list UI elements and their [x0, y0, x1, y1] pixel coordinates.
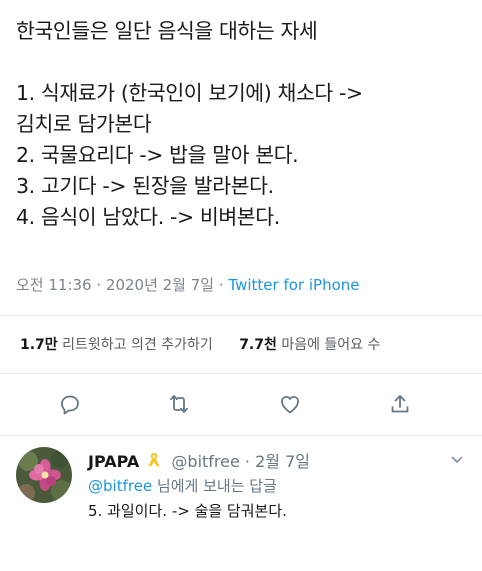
retweets-label: 리트윗하고 의견 추가하기 — [62, 337, 213, 353]
likes-label: 마음에 들어요 수 — [281, 337, 381, 353]
reply-separator: · — [239, 452, 256, 471]
reply-button[interactable] — [56, 390, 84, 418]
tweet-timestamp[interactable]: 오전 11:36 · 2020년 2월 7일 — [16, 276, 214, 294]
retweets-stat[interactable]: 1.7만 리트윗하고 의견 추가하기 — [20, 334, 213, 354]
tweet-actions — [0, 390, 482, 420]
tweet-line-title: 한국인들은 일단 음식을 대하는 자세 — [16, 19, 318, 43]
divider — [0, 373, 482, 374]
reply-tweet[interactable]: JPAPA @bitfree · 2월 7일 @bitfree 님에게 보내는 … — [0, 436, 482, 571]
retweets-count: 1.7만 — [20, 337, 58, 353]
chevron-down-icon — [451, 456, 463, 464]
tweet-source[interactable]: Twitter for iPhone — [228, 276, 359, 294]
tweet-line-1: 1. 식재료가 (한국인이 보기에) 채소다 -> — [16, 81, 363, 105]
reply-header: JPAPA @bitfree · 2월 7일 — [88, 448, 310, 472]
reply-author-name[interactable]: JPAPA — [88, 452, 139, 471]
ribbon-icon — [148, 453, 160, 467]
tweet-meta: 오전 11:36 · 2020년 2월 7일 · Twitter for iPh… — [16, 274, 360, 295]
share-icon — [391, 395, 409, 413]
reply-menu-button[interactable] — [450, 450, 464, 469]
tweet-line-4: 3. 고기다 -> 된장을 발라본다. — [16, 174, 274, 198]
tweet-line-2: 김치로 담가본다 — [16, 112, 152, 136]
likes-stat[interactable]: 7.7천 마음에 들어요 수 — [239, 334, 380, 354]
meta-separator: · — [214, 276, 229, 294]
like-icon — [281, 395, 299, 414]
avatar[interactable] — [16, 447, 72, 503]
reply-date[interactable]: 2월 7일 — [255, 452, 310, 471]
retweet-icon — [170, 395, 188, 413]
flower-avatar-icon — [16, 447, 72, 503]
tweet-line-5: 4. 음식이 남았다. -> 비벼본다. — [16, 205, 280, 229]
likes-count: 7.7천 — [239, 337, 277, 353]
tweet-text: 한국인들은 일단 음식을 대하는 자세 1. 식재료가 (한국인이 보기에) 채… — [16, 16, 471, 233]
tweet-stats: 1.7만 리트윗하고 의견 추가하기 7.7천 마음에 들어요 수 — [20, 334, 402, 354]
retweet-button[interactable] — [165, 390, 193, 418]
like-button[interactable] — [276, 390, 304, 418]
share-button[interactable] — [386, 390, 414, 418]
divider — [0, 315, 482, 316]
reply-to-line: @bitfree 님에게 보내는 답글 — [88, 475, 277, 496]
reply-author-handle[interactable]: @bitfree — [171, 452, 239, 471]
reply-to-mention[interactable]: @bitfree — [88, 477, 152, 495]
tweet-line-3: 2. 국물요리다 -> 밥을 말아 본다. — [16, 143, 299, 167]
reply-icon — [61, 395, 79, 415]
reply-text: 5. 과일이다. -> 술을 담궈본다. — [88, 502, 287, 520]
reply-to-suffix: 님에게 보내는 답글 — [152, 477, 277, 495]
